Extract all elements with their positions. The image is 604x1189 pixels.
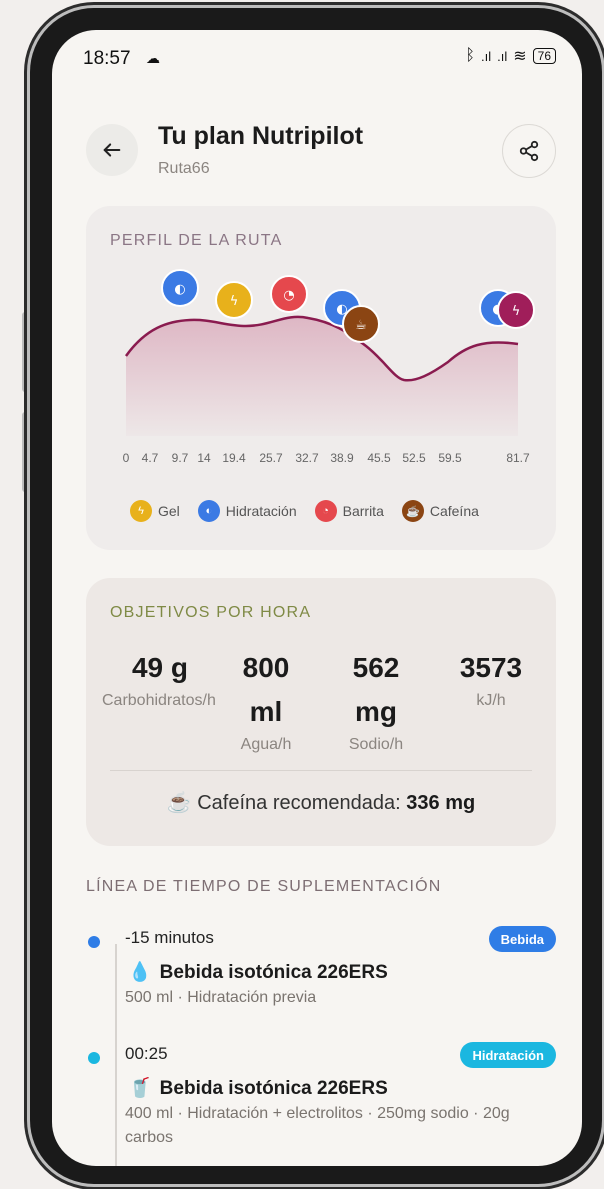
marker-icon: ϟ <box>230 294 239 309</box>
arrow-left-icon <box>103 143 121 157</box>
badge-hydration: Hidratación <box>460 1042 556 1068</box>
x-tick-label: 14 <box>197 451 211 465</box>
x-tick-label: 81.7 <box>506 451 530 465</box>
metric-carbs: 49 g Carbohidratos/h <box>102 646 216 712</box>
x-tick-label: 25.7 <box>259 451 283 465</box>
legend-item-hidratación: ◐ Hidratación <box>197 500 297 522</box>
metric-value: 562 mg <box>352 652 400 727</box>
elevation-area <box>126 316 518 436</box>
legend-label: Gel <box>158 503 180 519</box>
divider <box>110 770 532 771</box>
status-bar: 18:57 ☁ ᛒ .ıl .ıl ≋ 76 <box>52 30 582 86</box>
signal-icon: .ıl <box>480 48 492 64</box>
timeline-time: 00:25 <box>125 1044 168 1063</box>
metric-energy: 3573 kJ/h <box>446 646 536 712</box>
badge-drink: Bebida <box>488 926 556 952</box>
timeline-product: 🥤 Bebida isotónica 226ERS <box>128 1076 388 1100</box>
coffee-icon: ☕ <box>401 500 424 522</box>
legend-item-barrita: ◔ Barrita <box>314 500 384 522</box>
timeline-title: LÍNEA DE TIEMPO DE SUPLEMENTACIÓN <box>86 878 442 895</box>
x-tick-label: 4.7 <box>142 451 159 465</box>
metric-label: Carbohidratos/h <box>102 692 216 709</box>
metric-label: Agua/h <box>240 736 292 753</box>
metric-water: 800 ml Agua/h <box>226 646 306 756</box>
x-tick-label: 45.5 <box>367 451 391 465</box>
header: Tu plan Nutripilot Ruta66 <box>52 90 582 220</box>
metric-value: 49 g <box>131 652 189 683</box>
battery-icon: 76 <box>532 48 556 64</box>
cloud-icon: ☁ <box>146 50 160 66</box>
timeline-item[interactable]: -15 minutos Bebida 💧 Bebida isotónica 226… <box>52 922 582 1012</box>
marker-icon: ☕ <box>355 318 367 333</box>
chart-legend: ϟ Gel ◐ Hidratación ◔ Barrita ☕ Cafeína <box>130 500 479 522</box>
bluetooth-icon: ᛒ <box>465 47 475 64</box>
drop-icon: ◐ <box>197 500 220 522</box>
legend-item-cafeína: ☕ Cafeína <box>401 500 479 522</box>
lightning-icon: ϟ <box>130 500 152 522</box>
metric-label: kJ/h <box>476 692 506 709</box>
page-subtitle: Ruta66 <box>158 160 210 177</box>
phone-side-button <box>22 312 30 392</box>
timeline-description: 500 ml · Hidratación previa <box>125 989 317 1006</box>
drop-icon: 💧 <box>128 962 152 983</box>
caffeine-recommendation: ☕ Cafeína recomendada: 336 mg <box>86 790 556 815</box>
share-icon <box>519 140 539 162</box>
timeline-dot <box>88 936 100 948</box>
page-title: Tu plan Nutripilot <box>158 122 364 150</box>
legend-label: Hidratación <box>225 503 297 519</box>
marker-icon: ϟ <box>512 304 521 319</box>
metric-value: 800 ml <box>242 652 290 727</box>
timeline-item[interactable]: 00:25 Hidratación 🥤 Bebida isotónica 226E… <box>52 1038 582 1166</box>
x-tick-label: 19.4 <box>222 451 246 465</box>
legend-label: Cafeína <box>429 503 479 519</box>
x-tick-label: 59.5 <box>438 451 462 465</box>
metric-sodium: 562 mg Sodio/h <box>336 646 416 756</box>
cup-icon: 🥤 <box>128 1078 152 1099</box>
metric-value: 3573 <box>459 652 523 683</box>
status-icons: ᛒ .ıl .ıl ≋ 76 <box>465 46 556 66</box>
x-tick-label: 32.7 <box>295 451 319 465</box>
wifi-icon: ≋ <box>513 48 527 65</box>
timeline-description: 400 ml · Hidratación + electrolitos · 25… <box>125 1105 510 1146</box>
marker-icon: ◔ <box>283 288 294 303</box>
hourly-goals-label: OBJETIVOS POR HORA <box>110 604 312 621</box>
hourly-goals-card: OBJETIVOS POR HORA 49 g Carbohidratos/h … <box>86 578 556 846</box>
metric-label: Sodio/h <box>348 736 404 753</box>
marker-icon: ◐ <box>174 282 185 297</box>
product-name: Bebida isotónica 226ERS <box>159 962 388 983</box>
share-button[interactable] <box>502 124 556 178</box>
timeline-time: -15 minutos <box>125 928 214 947</box>
caffeine-label: ☕ Cafeína recomendada: <box>166 792 401 814</box>
caffeine-value: 336 mg <box>406 792 476 814</box>
route-profile-chart: 0 4.7 9.7 14 19.4 25.7 32.7 38.9 45.5 52.5 59.5 81.… <box>123 269 535 465</box>
route-profile-card: PERFIL DE LA RUTA 0 4.7 9.7 14 19.4 25.7 32.7 3… <box>86 206 556 550</box>
timeline-product: 💧 Bebida isotónica 226ERS <box>128 960 388 984</box>
timeline-dot <box>88 1052 100 1064</box>
product-name: Bebida isotónica 226ERS <box>159 1078 388 1099</box>
x-tick-label: 0 <box>123 451 130 465</box>
bar-icon: ◔ <box>314 500 337 522</box>
signal-icon: .ıl <box>497 48 508 64</box>
x-tick-label: 52.5 <box>402 451 426 465</box>
screen: 18:57 ☁ ᛒ .ıl .ıl ≋ 76 Tu plan Nutripilo… <box>52 30 582 1166</box>
back-button[interactable] <box>86 124 138 176</box>
legend-item-gel: ϟ Gel <box>130 500 180 522</box>
legend-label: Barrita <box>342 503 384 519</box>
status-time: 18:57 <box>83 48 131 69</box>
phone-side-button <box>22 412 30 492</box>
x-tick-label: 9.7 <box>172 451 189 465</box>
x-tick-label: 38.9 <box>330 451 354 465</box>
